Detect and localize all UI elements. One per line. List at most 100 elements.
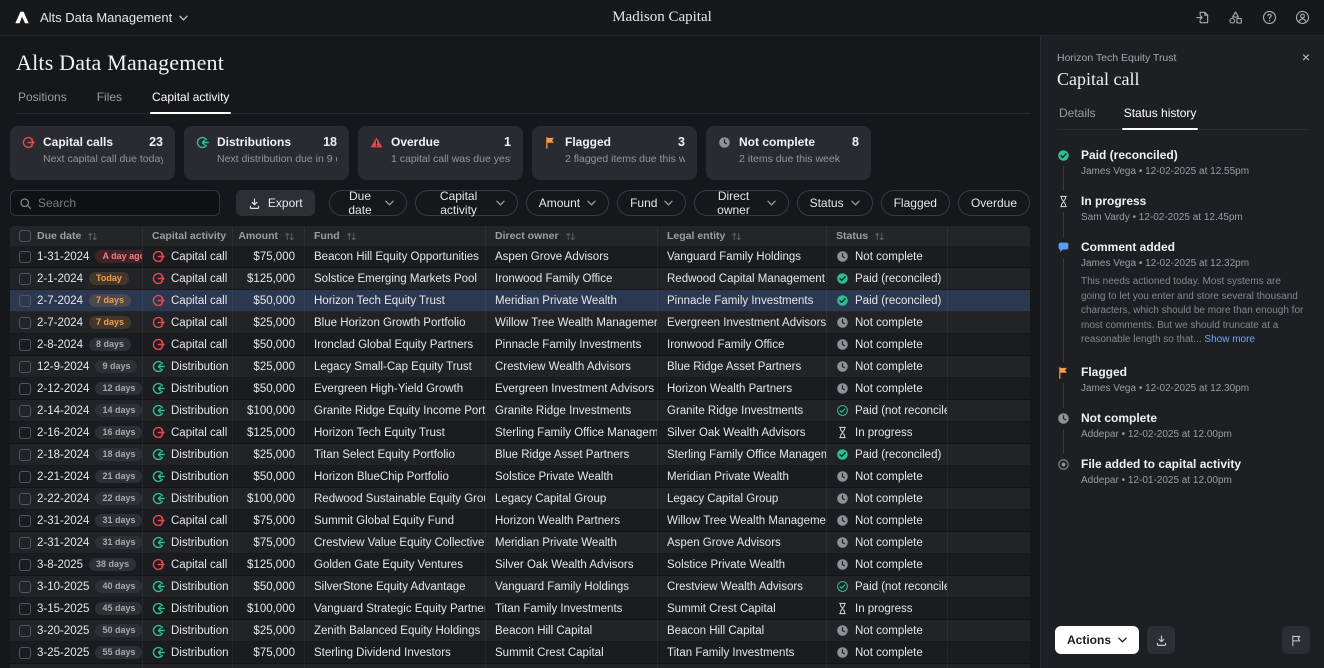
account-icon[interactable] (1295, 10, 1310, 25)
filter-direct-owner[interactable]: Direct owner (694, 190, 788, 216)
capital-call-icon (152, 426, 165, 439)
table-row[interactable]: 3-10-202540 daysDistribution$50,000Silve… (10, 576, 1030, 598)
select-all-checkbox[interactable] (19, 230, 31, 242)
summary-card-not-complete[interactable]: Not complete82 items due this week (706, 126, 871, 180)
filter-fund[interactable]: Fund (617, 190, 686, 216)
direct-owner: Legacy Capital Group (495, 493, 606, 505)
table-row[interactable]: 2-16-202416 daysCapital call$125,000Hori… (10, 422, 1030, 444)
filter-flagged[interactable]: Flagged (881, 190, 950, 216)
row-checkbox[interactable] (19, 581, 31, 593)
assets-shapes-icon[interactable] (1228, 10, 1244, 25)
row-checkbox[interactable] (19, 493, 31, 505)
table-row[interactable]: 2-12-202412 daysDistribution$50,000Everg… (10, 378, 1030, 400)
table-row[interactable]: 2-8-20248 daysCapital call$50,000Ironcla… (10, 334, 1030, 356)
due-badge: 7 days (89, 294, 131, 307)
show-more-link[interactable]: Show more (1204, 334, 1255, 345)
chevron-down-icon (851, 200, 860, 206)
legal-entity: Legacy Capital Group (667, 493, 778, 505)
clock-icon (836, 514, 849, 527)
app-switcher[interactable]: Alts Data Management (40, 10, 188, 25)
row-checkbox[interactable] (19, 537, 31, 549)
panel-tab-status-history[interactable]: Status history (1122, 106, 1199, 129)
table-row[interactable]: 3-25-202555 daysDistribution$75,000Sterl… (10, 642, 1030, 664)
table-row[interactable]: 2-31-202431 daysCapital call$75,000Summi… (10, 510, 1030, 532)
table-row[interactable]: 2-21-202421 daysDistribution$50,000Horiz… (10, 466, 1030, 488)
panel-flag-button[interactable] (1282, 626, 1310, 654)
activity-label: Capital call (171, 515, 227, 527)
legal-entity: Crestview Wealth Advisors (667, 581, 803, 593)
table-row[interactable]: 2-18-202418 daysDistribution$25,000Titan… (10, 444, 1030, 466)
table-row[interactable]: 3-8-202538 daysCapital call$125,000Golde… (10, 554, 1030, 576)
filter-status[interactable]: Status (797, 190, 873, 216)
column-header-due-date[interactable]: Due date (10, 226, 143, 246)
filter-capital-activity[interactable]: Capital activity (415, 190, 517, 216)
row-checkbox[interactable] (19, 625, 31, 637)
due-date: 2-31-2024 (37, 515, 89, 527)
due-date: 2-8-2024 (37, 339, 83, 351)
table-row[interactable]: 1-31-2024A day agoCapital call$75,000Bea… (10, 246, 1030, 268)
row-checkbox[interactable] (19, 515, 31, 527)
check-filled-icon (1057, 149, 1071, 163)
row-checkbox[interactable] (19, 361, 31, 373)
import-file-icon[interactable] (1195, 10, 1210, 25)
column-header-capital-activity[interactable]: Capital activity (143, 226, 233, 246)
status-label: In progress (855, 603, 913, 615)
close-icon[interactable]: × (1302, 50, 1310, 64)
panel-tab-details[interactable]: Details (1057, 106, 1098, 129)
row-checkbox[interactable] (19, 471, 31, 483)
help-icon[interactable] (1262, 10, 1277, 25)
timeline-title: Not complete (1081, 411, 1308, 425)
export-button[interactable]: Export (236, 190, 315, 216)
sort-icon (731, 232, 742, 241)
distribution-icon (152, 536, 165, 549)
table-row[interactable]: 12-9-20249 daysDistribution$25,000Legacy… (10, 356, 1030, 378)
row-checkbox[interactable] (19, 317, 31, 329)
column-header-fund[interactable]: Fund (305, 226, 486, 246)
summary-card-flagged[interactable]: Flagged32 flagged items due this week (532, 126, 697, 180)
row-checkbox[interactable] (19, 273, 31, 285)
table-row[interactable]: 2-7-20247 daysCapital call$25,000Blue Ho… (10, 312, 1030, 334)
row-checkbox[interactable] (19, 559, 31, 571)
row-checkbox[interactable] (19, 427, 31, 439)
row-checkbox[interactable] (19, 383, 31, 395)
table-row[interactable]: 2-7-20247 daysCapital call$50,000Horizon… (10, 290, 1030, 312)
row-checkbox[interactable] (19, 647, 31, 659)
tab-positions[interactable]: Positions (16, 90, 69, 113)
row-checkbox[interactable] (19, 251, 31, 263)
summary-card-overdue[interactable]: Overdue11 capital call was due yesterday (358, 126, 523, 180)
clock-icon (836, 316, 849, 329)
legal-entity: Solstice Private Wealth (667, 559, 785, 571)
summary-card-capital-calls[interactable]: Capital calls23Next capital call due tod… (10, 126, 175, 180)
table-row[interactable]: 2-1-2024TodayCapital call$125,000Solstic… (10, 268, 1030, 290)
row-checkbox[interactable] (19, 405, 31, 417)
column-header-legal-entity[interactable]: Legal entity (658, 226, 827, 246)
row-checkbox[interactable] (19, 339, 31, 351)
due-date: 3-20-2025 (37, 625, 89, 637)
row-checkbox[interactable] (19, 603, 31, 615)
tab-capital-activity[interactable]: Capital activity (150, 90, 231, 113)
table-row[interactable]: 3-15-202545 daysDistribution$100,000Vang… (10, 598, 1030, 620)
row-checkbox[interactable] (19, 295, 31, 307)
table-row[interactable]: 2-14-202414 daysDistribution$100,000Gran… (10, 400, 1030, 422)
column-header-status[interactable]: Status (827, 226, 948, 246)
column-header-direct-owner[interactable]: Direct owner (486, 226, 658, 246)
table-row[interactable]: 2-22-202422 daysDistribution$100,000Redw… (10, 488, 1030, 510)
status-label: Paid (reconciled) (855, 449, 941, 461)
due-badge: 12 days (95, 382, 142, 395)
table-row[interactable]: 3-28-202558 daysCapital call$125,000Apex… (10, 664, 1030, 668)
summary-card-distributions[interactable]: Distributions18Next distribution due in … (184, 126, 349, 180)
actions-button[interactable]: Actions (1055, 626, 1139, 654)
hourglass-icon (836, 426, 849, 439)
search-input[interactable] (38, 196, 211, 210)
amount: $125,000 (247, 273, 295, 285)
filter-due-date[interactable]: Due date (329, 190, 408, 216)
column-header-amount[interactable]: Amount (233, 226, 305, 246)
filter-overdue[interactable]: Overdue (958, 190, 1030, 216)
row-checkbox[interactable] (19, 449, 31, 461)
table-row[interactable]: 2-31-202431 daysDistribution$75,000Crest… (10, 532, 1030, 554)
panel-download-button[interactable] (1147, 626, 1175, 654)
tab-files[interactable]: Files (95, 90, 124, 113)
filter-amount[interactable]: Amount (526, 190, 609, 216)
table-row[interactable]: 3-20-202550 daysDistribution$25,000Zenit… (10, 620, 1030, 642)
capital-call-icon (152, 514, 165, 527)
